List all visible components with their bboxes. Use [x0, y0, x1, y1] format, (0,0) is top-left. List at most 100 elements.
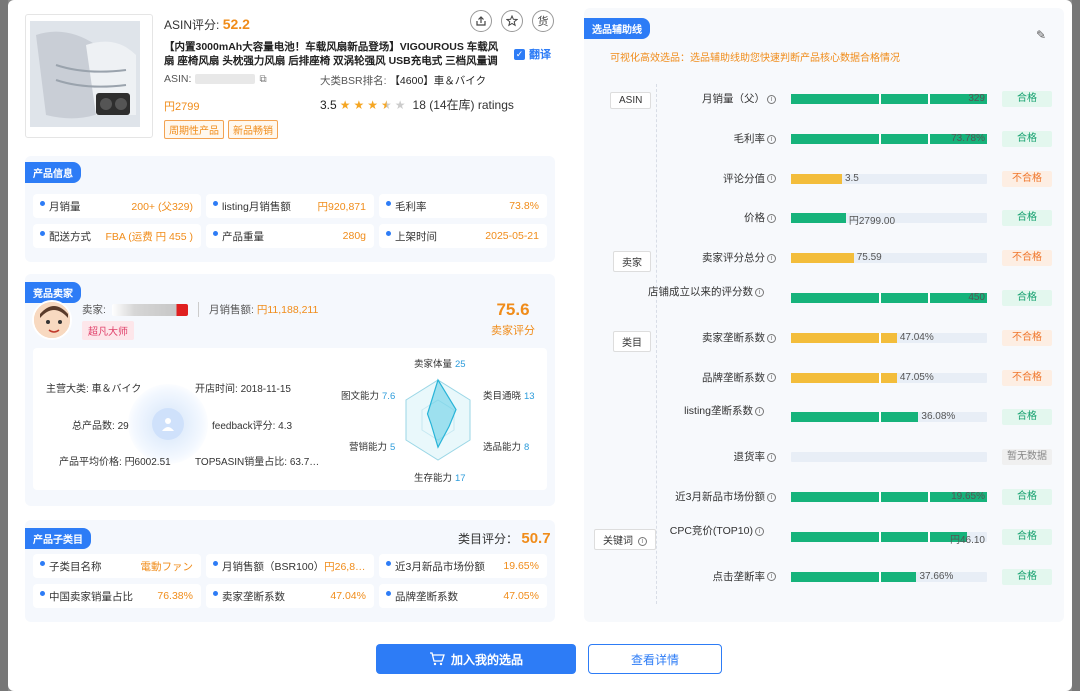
guide-row-bar: 47.05%: [791, 372, 987, 383]
guide-row-bar-divider: [879, 94, 882, 104]
detail-value: 29: [117, 421, 129, 432]
detail-label: 开店时间:: [195, 384, 238, 395]
guide-row-bar-fill: [791, 173, 842, 184]
guide-row-bar-divider: [928, 293, 931, 303]
guide-row-value: 47.04%: [899, 331, 934, 343]
info-icon[interactable]: i: [767, 94, 776, 104]
guide-row-bar-divider: [879, 571, 882, 582]
radar-label-text: 生存能力: [414, 473, 453, 484]
star-2-icon: ★: [353, 97, 365, 112]
guide-row-label: 评论分值 i: [626, 173, 776, 185]
radar-label-marketing: 营销能力 5: [349, 439, 395, 453]
guide-row-bar-fill: [791, 94, 987, 104]
guide-row-status: 不合格: [1002, 170, 1052, 187]
cell-label: 近3月新品市场份额: [395, 560, 485, 573]
guide-row-label-text: 近3月新品市场份额: [675, 491, 765, 503]
cell-value: 19.65%: [503, 560, 539, 572]
add-to-selection-button[interactable]: 加入我的选品: [376, 644, 576, 674]
radar-label-value: 17: [455, 473, 466, 484]
info-cell-monthly-sales: 月销量 200+ (父329): [33, 194, 201, 218]
selection-guide-panel: 选品辅助线 ✎ 可视化高效选品：选品辅助线助您快速判断产品核心数据合格情况 AS…: [584, 8, 1064, 622]
guide-row-bar: 円2799.00: [791, 213, 987, 227]
guide-row-bar-fill: [791, 571, 917, 582]
cell-value: 76.38%: [157, 590, 193, 602]
guide-row-value: 73.78%: [951, 132, 985, 144]
info-icon[interactable]: i: [767, 174, 776, 184]
info-icon[interactable]: i: [767, 333, 776, 343]
cell-label: 月销售额（BSR100）: [222, 560, 325, 573]
backdrop-left: [0, 0, 8, 691]
seller-detail-main-category: 主营大类: 車＆バイク: [46, 380, 141, 395]
radar-label-value: 5: [390, 442, 396, 453]
info-icon[interactable]: i: [767, 373, 776, 383]
guide-row-label: 点击垄断率 i: [626, 571, 776, 583]
guide-row-status: 合格: [1002, 130, 1052, 147]
cargo-icon[interactable]: 货: [532, 10, 554, 32]
backdrop-right: [1072, 0, 1080, 691]
info-icon[interactable]: i: [767, 452, 776, 462]
guide-row-status: 合格: [1002, 210, 1052, 227]
edit-icon[interactable]: ✎: [1036, 28, 1046, 42]
detail-value: 円6002.51: [124, 457, 171, 468]
guide-row-label: 毛利率 i: [626, 133, 776, 145]
seller-avatar: [32, 300, 72, 340]
guide-row-bar: 75.59: [791, 252, 987, 264]
detail-label: 主营大类:: [46, 384, 89, 395]
cell-value: 円26,81…: [324, 560, 366, 573]
category-score: 类目评分： 50.7: [458, 530, 551, 547]
seller-radar-chart: [405, 378, 471, 461]
info-icon[interactable]: i: [767, 214, 776, 224]
asin-row: ASIN: ⧉: [164, 73, 267, 85]
sub-cell-seller-monopoly: 卖家垄断系数 47.04%: [206, 584, 374, 608]
info-icon[interactable]: i: [767, 492, 776, 502]
asin-value-masked: [195, 74, 256, 84]
share-icon[interactable]: [470, 10, 492, 32]
guide-row-label: 卖家垄断系数 i: [626, 332, 776, 344]
badge-new-bestseller: 新品畅销: [228, 120, 278, 139]
info-icon[interactable]: i: [767, 572, 776, 582]
info-icon[interactable]: i: [637, 536, 647, 546]
info-icon[interactable]: i: [755, 287, 764, 297]
translate-toggle[interactable]: ✓ 翻译: [514, 46, 551, 62]
guide-row-bar-divider: [879, 492, 882, 502]
guide-row-value: 19.65%: [951, 491, 985, 502]
guide-row-label-text: 卖家评分总分: [702, 252, 765, 265]
info-icon[interactable]: i: [755, 407, 764, 417]
guide-row-bar-divider: [879, 372, 882, 383]
guide-row-status: 合格: [1002, 528, 1052, 545]
view-details-button[interactable]: 查看详情: [588, 644, 722, 674]
rating-count[interactable]: 18 (14在库) ratings: [413, 96, 514, 113]
guide-row-bar-divider: [879, 412, 882, 423]
monthly-sales-value: 円11,188,211: [256, 304, 319, 316]
cell-label: 月销量: [49, 200, 81, 213]
detail-value: 2018-11-15: [240, 384, 291, 395]
product-title[interactable]: 【内置3000mAh大容量电池！车载风扇新品登场】VIGOUROUS 车载风扇 …: [164, 40, 504, 68]
guide-row-bar-fill: [791, 293, 987, 303]
radar-label-survival: 生存能力 17: [414, 470, 466, 484]
guide-row-label: 近3月新品市场份额 i: [626, 491, 776, 503]
checkbox-icon[interactable]: ✓: [514, 48, 525, 60]
star-icon[interactable]: [501, 10, 523, 32]
copy-icon[interactable]: ⧉: [259, 74, 266, 85]
guide-row-label: 价格 i: [626, 212, 776, 224]
info-icon[interactable]: i: [767, 134, 776, 144]
cell-label: 子类目名称: [49, 560, 102, 573]
cell-value: 47.05%: [503, 590, 539, 602]
seller-name-masked[interactable]: [111, 303, 188, 316]
seller-name-row: 卖家:: [82, 302, 188, 317]
guide-row-label-text: 点击垄断率: [712, 570, 766, 583]
guide-row-bar-divider: [928, 94, 931, 104]
guide-row-bar-divider: [928, 133, 931, 144]
info-cell-weight: 产品重量 280g: [206, 224, 374, 248]
product-info-title: 产品信息: [25, 162, 81, 183]
asin-score-value: 52.2: [222, 16, 250, 32]
guide-row-label-text: 卖家垄断系数: [702, 331, 765, 344]
info-icon[interactable]: i: [755, 526, 764, 536]
info-icon[interactable]: i: [767, 253, 776, 263]
rating-value: 3.5: [320, 97, 337, 112]
rating-row: 3.5 ★ ★ ★ ★ ★ 18 (14在库) ratings: [320, 96, 514, 113]
guide-row-status: 合格: [1002, 91, 1052, 107]
guide-row-bar-fill: [791, 213, 846, 224]
guide-row-bar-divider: [879, 133, 882, 144]
radar-label-value: 7.6: [382, 391, 396, 402]
